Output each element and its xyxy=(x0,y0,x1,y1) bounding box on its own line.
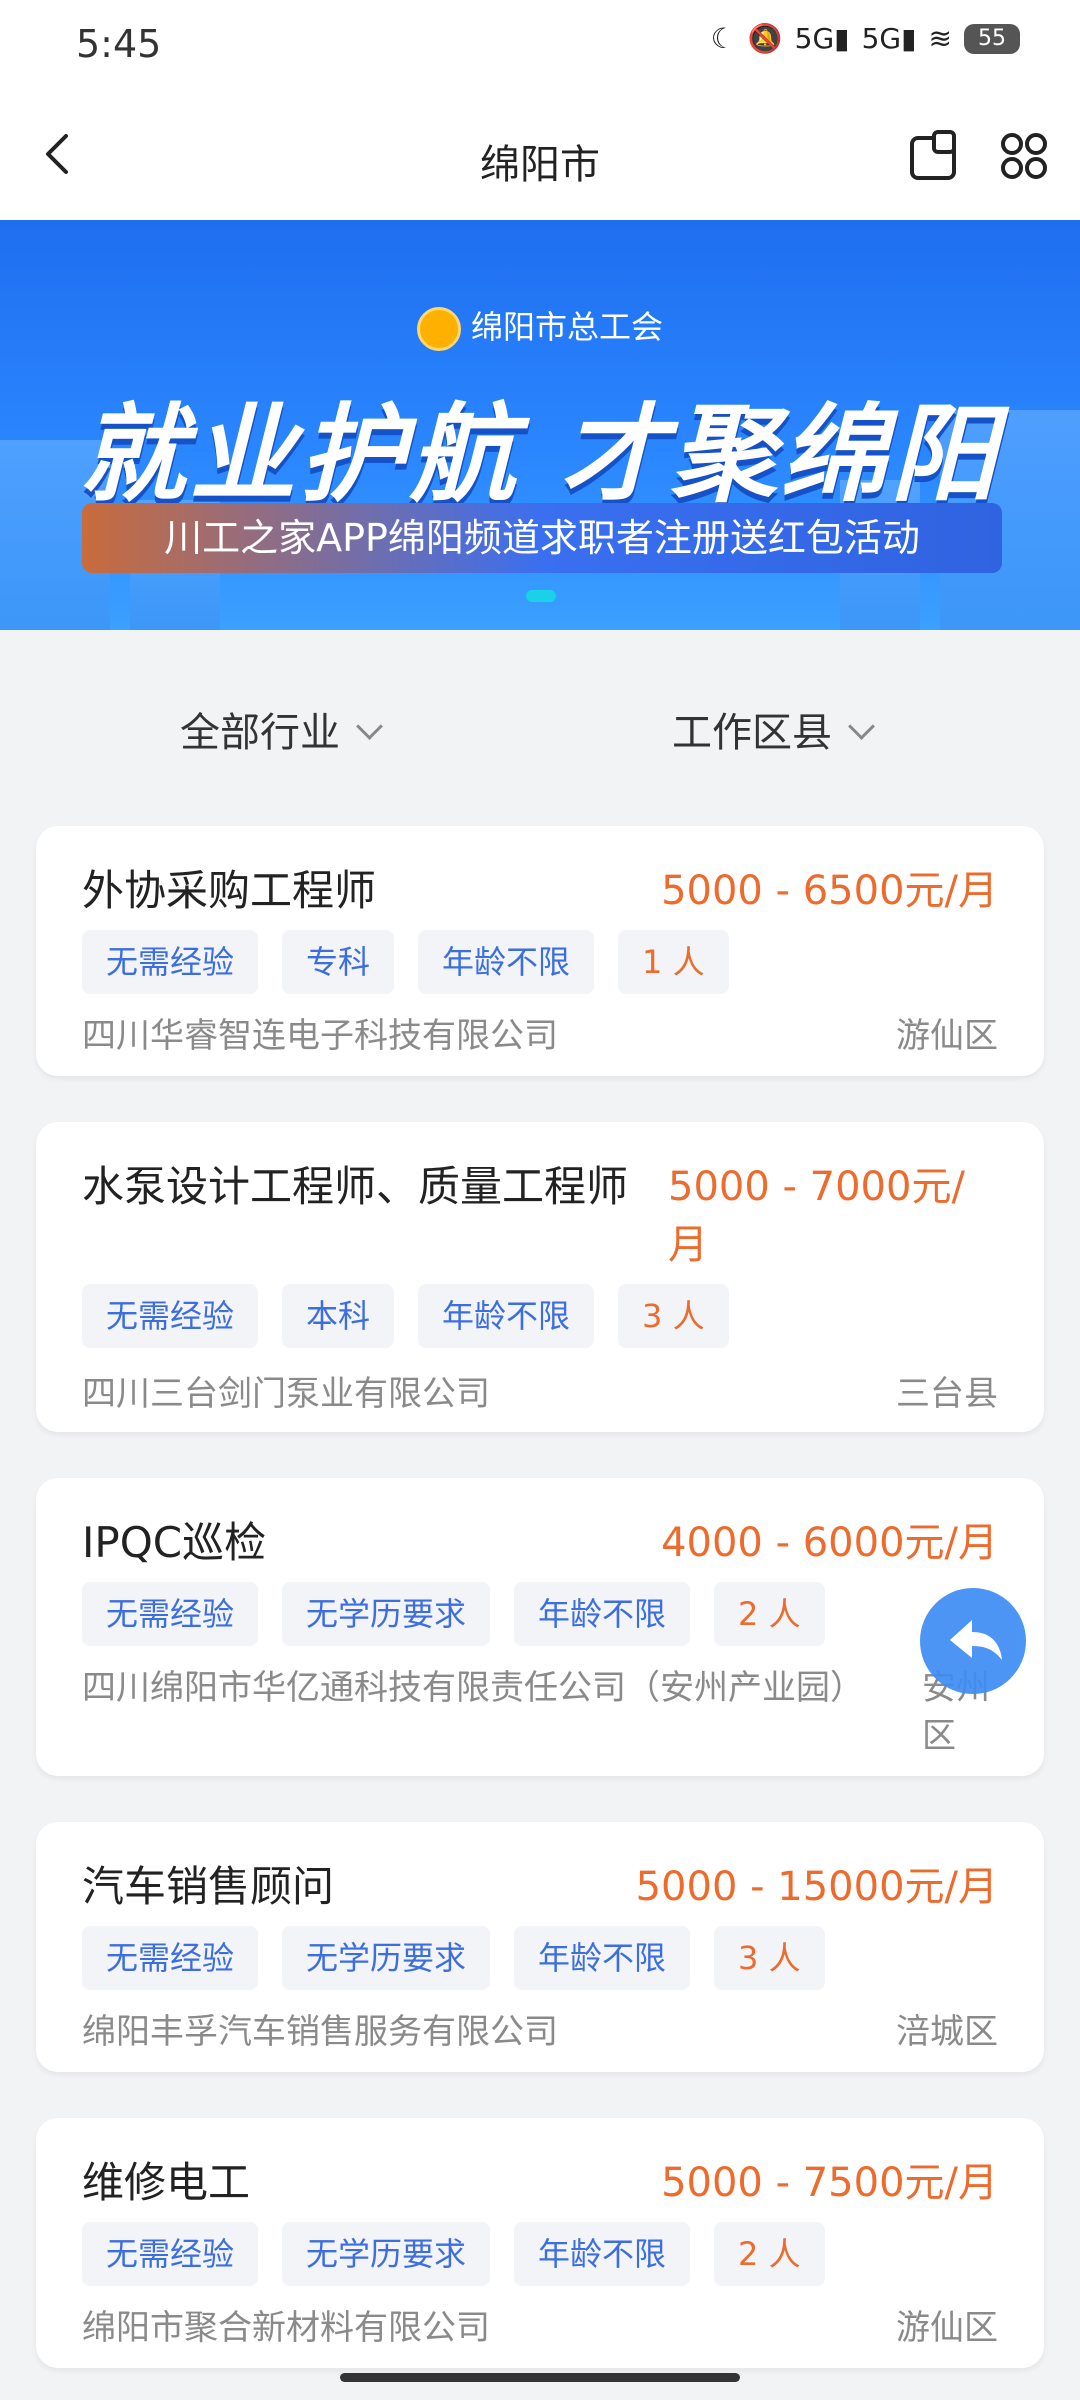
apps-icon[interactable] xyxy=(996,128,1052,184)
tag-age: 年龄不限 xyxy=(514,2222,691,2286)
job-card[interactable]: 水泵设计工程师、质量工程师 5000 - 7000元/月 无需经验 本科 年龄不… xyxy=(36,1122,1044,1432)
district-filter-label: 工作区县 xyxy=(672,710,832,756)
job-salary: 5000 - 15000元/月 xyxy=(635,1864,998,1910)
job-title: 水泵设计工程师、质量工程师 xyxy=(82,1162,629,1211)
job-title: IPQC巡检 xyxy=(82,1518,267,1567)
district-filter[interactable]: 工作区县 xyxy=(672,700,875,758)
job-salary: 5000 - 7000元/月 xyxy=(668,1164,965,1268)
status-icons: ☾ 🔕 5G▮ 5G▮ ≋ 55 xyxy=(711,22,1020,55)
banner-subtitle: 川工之家APP绵阳频道求职者注册送红包活动 xyxy=(82,503,1002,573)
app-bar: 绵阳市 xyxy=(0,92,1080,220)
job-tags: 无需经验 专科 年龄不限 1 人 xyxy=(82,930,729,994)
tag-experience: 无需经验 xyxy=(82,1926,259,1990)
floating-share-button[interactable] xyxy=(920,1588,1026,1694)
scan-icon[interactable] xyxy=(906,128,962,184)
moon-icon: ☾ xyxy=(710,22,736,55)
signal-icon-2: 5G▮ xyxy=(861,22,917,55)
carousel-indicator xyxy=(526,590,556,602)
tag-headcount: 1 人 xyxy=(618,930,729,994)
wifi-icon: ≋ xyxy=(928,22,952,55)
tag-age: 年龄不限 xyxy=(514,1926,691,1990)
union-emblem-icon xyxy=(416,307,461,351)
tag-education: 无学历要求 xyxy=(282,1926,491,1990)
industry-filter[interactable]: 全部行业 xyxy=(180,700,383,758)
tag-experience: 无需经验 xyxy=(82,1582,259,1646)
job-card[interactable]: 外协采购工程师 5000 - 6500元/月 无需经验 专科 年龄不限 1 人 … xyxy=(36,826,1044,1076)
job-district: 三台县 xyxy=(896,1374,998,1414)
promo-banner[interactable]: 绵阳市总工会 就业护航 才聚绵阳 川工之家APP绵阳频道求职者注册送红包活动 xyxy=(0,220,1080,630)
tag-age: 年龄不限 xyxy=(418,930,595,994)
mute-icon: 🔕 xyxy=(747,22,783,55)
home-indicator[interactable] xyxy=(340,2373,740,2382)
tag-education: 无学历要求 xyxy=(282,1582,491,1646)
job-card[interactable]: 维修电工 5000 - 7500元/月 无需经验 无学历要求 年龄不限 2 人 … xyxy=(36,2118,1044,2368)
banner-slogan: 就业护航 才聚绵阳 xyxy=(79,393,1001,516)
company-name: 绵阳市聚合新材料有限公司 xyxy=(82,2308,490,2348)
status-bar: 5:45 ☾ 🔕 5G▮ 5G▮ ≋ 55 xyxy=(0,0,1080,92)
tag-education: 本科 xyxy=(282,1284,395,1348)
banner-org-label: 绵阳市总工会 xyxy=(470,308,663,346)
tag-headcount: 3 人 xyxy=(714,1926,825,1990)
job-salary: 5000 - 6500元/月 xyxy=(661,868,998,914)
job-salary: 5000 - 7500元/月 xyxy=(661,2160,998,2206)
company-name: 绵阳丰孚汽车销售服务有限公司 xyxy=(82,2012,558,2052)
job-title: 外协采购工程师 xyxy=(82,866,377,915)
job-district: 游仙区 xyxy=(896,2308,998,2348)
company-name: 四川绵阳市华亿通科技有限责任公司（安州产业园） xyxy=(82,1668,864,1708)
share-back-icon xyxy=(950,1620,1002,1660)
job-tags: 无需经验 本科 年龄不限 3 人 xyxy=(82,1284,729,1348)
filter-bar: 全部行业 工作区县 xyxy=(0,630,1080,820)
company-name: 四川三台剑门泵业有限公司 xyxy=(82,1374,490,1414)
job-title: 汽车销售顾问 xyxy=(82,1862,335,1911)
status-time: 5:45 xyxy=(76,22,162,66)
tag-education: 无学历要求 xyxy=(282,2222,491,2286)
tag-headcount: 2 人 xyxy=(714,1582,825,1646)
tag-headcount: 3 人 xyxy=(618,1284,729,1348)
tag-experience: 无需经验 xyxy=(82,2222,259,2286)
job-tags: 无需经验 无学历要求 年龄不限 2 人 xyxy=(82,1582,825,1646)
tag-experience: 无需经验 xyxy=(82,1284,259,1348)
job-card[interactable]: 汽车销售顾问 5000 - 15000元/月 无需经验 无学历要求 年龄不限 3… xyxy=(36,1822,1044,2072)
signal-icon-1: 5G▮ xyxy=(794,22,850,55)
tag-headcount: 2 人 xyxy=(714,2222,825,2286)
company-name: 四川华睿智连电子科技有限公司 xyxy=(82,1016,558,1056)
job-salary: 4000 - 6000元/月 xyxy=(661,1520,998,1566)
job-card[interactable]: IPQC巡检 4000 - 6000元/月 无需经验 无学历要求 年龄不限 2 … xyxy=(36,1478,1044,1776)
banner-org: 绵阳市总工会 xyxy=(0,302,1080,351)
tag-experience: 无需经验 xyxy=(82,930,259,994)
battery-icon: 55 xyxy=(964,23,1020,54)
tag-age: 年龄不限 xyxy=(418,1284,595,1348)
job-tags: 无需经验 无学历要求 年龄不限 3 人 xyxy=(82,1926,825,1990)
tag-education: 专科 xyxy=(282,930,395,994)
tag-age: 年龄不限 xyxy=(514,1582,691,1646)
job-tags: 无需经验 无学历要求 年龄不限 2 人 xyxy=(82,2222,825,2286)
job-title: 维修电工 xyxy=(82,2158,251,2207)
industry-filter-label: 全部行业 xyxy=(180,710,340,756)
job-district: 游仙区 xyxy=(896,1016,998,1056)
chevron-down-icon xyxy=(356,713,383,740)
job-district: 涪城区 xyxy=(896,2012,998,2052)
chevron-down-icon xyxy=(848,713,875,740)
